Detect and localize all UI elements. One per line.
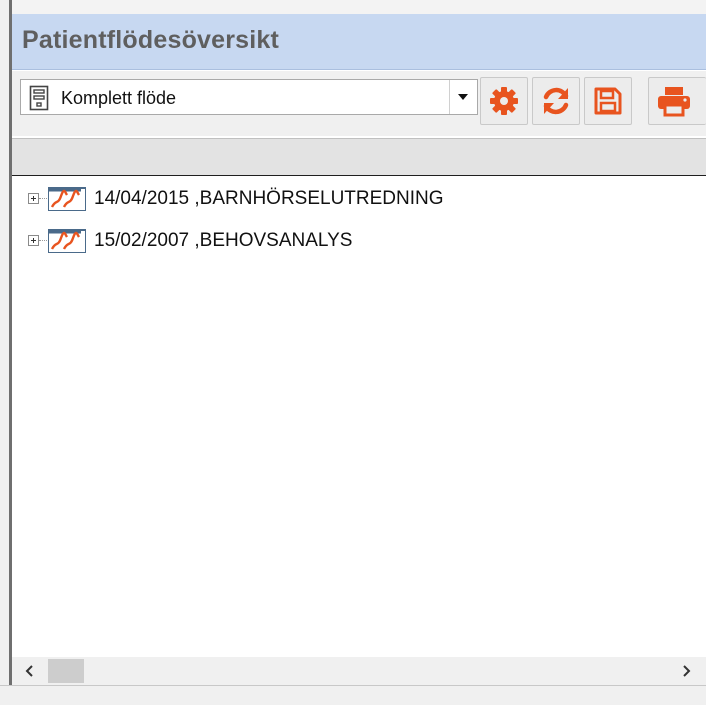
window-top-edge bbox=[0, 0, 706, 14]
scroll-left-arrow[interactable] bbox=[22, 663, 38, 679]
tree-item-label: 14/04/2015 ,BARNHÖRSELUTREDNING bbox=[94, 188, 444, 209]
refresh-icon bbox=[543, 87, 569, 115]
chevron-down-icon bbox=[458, 94, 468, 100]
chevron-left-icon bbox=[25, 665, 33, 677]
dropdown-arrow-button[interactable] bbox=[449, 80, 477, 114]
flow-icon bbox=[48, 229, 86, 258]
expand-icon[interactable] bbox=[28, 193, 39, 204]
view-select[interactable]: Komplett flöde bbox=[20, 79, 478, 115]
tree-row[interactable]: 14/04/2015 ,BARNHÖRSELUTREDNING bbox=[12, 183, 706, 215]
tree-item-label: 15/02/2007 ,BEHOVSANALYS bbox=[94, 230, 353, 251]
view-select-value: Komplett flöde bbox=[61, 88, 177, 108]
document-icon bbox=[29, 85, 49, 116]
refresh-button[interactable] bbox=[532, 77, 580, 125]
tree-column-header bbox=[12, 138, 706, 176]
flow-icon bbox=[48, 187, 86, 216]
scrollbar-thumb[interactable] bbox=[48, 659, 84, 683]
settings-button[interactable] bbox=[480, 77, 528, 125]
panel-title-bar: Patientflödesöversikt bbox=[12, 14, 706, 70]
scroll-right-arrow[interactable] bbox=[678, 663, 694, 679]
gear-icon bbox=[490, 87, 518, 115]
chevron-right-icon bbox=[683, 665, 691, 677]
horizontal-scrollbar[interactable] bbox=[12, 657, 706, 685]
print-button[interactable] bbox=[648, 77, 706, 125]
window-bottom-frame bbox=[0, 685, 706, 705]
tree-connector bbox=[39, 240, 47, 241]
save-icon bbox=[594, 87, 622, 115]
print-icon bbox=[658, 87, 690, 117]
tree-row[interactable]: 15/02/2007 ,BEHOVSANALYS bbox=[12, 225, 706, 257]
patient-flow-panel: Patientflödesöversikt Komplett flöde 14/… bbox=[12, 14, 706, 685]
patient-flow-tree: 14/04/2015 ,BARNHÖRSELUTREDNING 15/02/20… bbox=[12, 177, 706, 657]
panel-title: Patientflödesöversikt bbox=[22, 26, 280, 54]
expand-icon[interactable] bbox=[28, 235, 39, 246]
window-left-frame bbox=[0, 0, 12, 705]
tree-connector bbox=[39, 198, 47, 199]
toolbar: Komplett flöde bbox=[12, 71, 706, 136]
save-button[interactable] bbox=[584, 77, 632, 125]
